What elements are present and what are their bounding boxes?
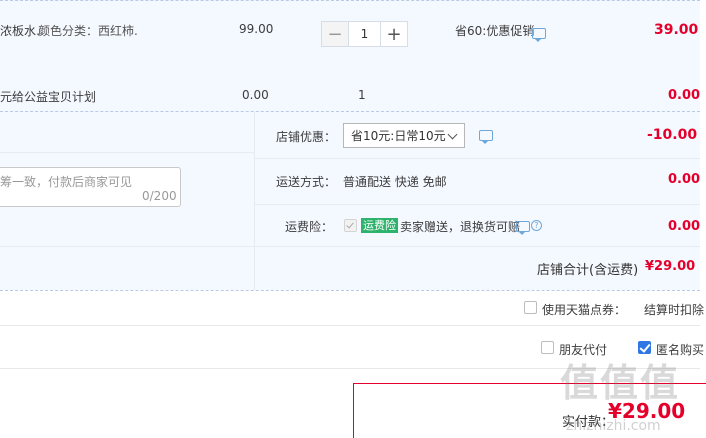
chevron-down-icon [447,129,458,140]
shop-total-label: 店铺合计(含运费) [537,263,639,278]
shipping-value: 0.00 [668,172,701,187]
item-attribute: 颜色分类：西红柿. [38,24,138,38]
charity-price: 0.00 [242,88,269,102]
chat-bubble-icon[interactable] [516,221,530,235]
chat-bubble-icon[interactable] [479,130,493,144]
shop-discount-label: 店铺优惠： [276,130,337,144]
message-to-seller-input[interactable]: 筹一致，付款后商家可见 0/200 [0,167,181,207]
promo-text: 省60:优惠促销 [455,24,535,38]
friend-pay-checkbox[interactable] [541,341,554,354]
help-icon[interactable]: ? [531,220,542,231]
item-unit-price: 99.00 [239,22,274,36]
message-char-count: 0/200 [142,189,177,203]
shop-discount-selected: 省10元:日常10元 [351,129,446,143]
watermark-url: zhizhizhi.com [566,418,661,434]
insurance-checkbox[interactable] [344,219,357,232]
charity-quantity: 1 [358,88,366,102]
charity-subtotal: 0.00 [668,88,701,103]
message-placeholder: 筹一致，付款后商家可见 [0,175,133,189]
quantity-value[interactable]: 1 [348,22,381,46]
insurance-label: 运费险： [285,220,334,234]
shop-discount-select[interactable]: 省10元:日常10元 [343,123,465,148]
charity-label: 元给公益宝贝计划 [0,90,97,104]
shop-total-value: ¥29.00 [645,259,696,274]
watermark-logo: 值值值 [560,361,681,405]
tmall-points-checkbox[interactable] [524,301,537,314]
increase-quantity-button[interactable]: + [381,22,407,46]
insurance-value: 0.00 [668,219,701,234]
insurance-text: 卖家赠送，退换货可赔 [400,220,521,234]
tmall-points-note: 结算时扣除 [644,303,705,317]
decrease-quantity-button[interactable]: − [322,22,348,46]
chat-bubble-icon[interactable] [532,28,546,42]
tmall-points-label: 使用天猫点券： [542,303,627,317]
order-item-band [0,0,700,112]
quantity-stepper: − 1 + [321,21,408,47]
item-subtotal: 39.00 [654,22,699,38]
shipping-label: 运送方式： [276,175,337,189]
insurance-badge: 运费险 [361,218,398,233]
shop-discount-value: -10.00 [647,127,698,143]
shipping-options: 普通配送 快递 免邮 [343,175,447,189]
